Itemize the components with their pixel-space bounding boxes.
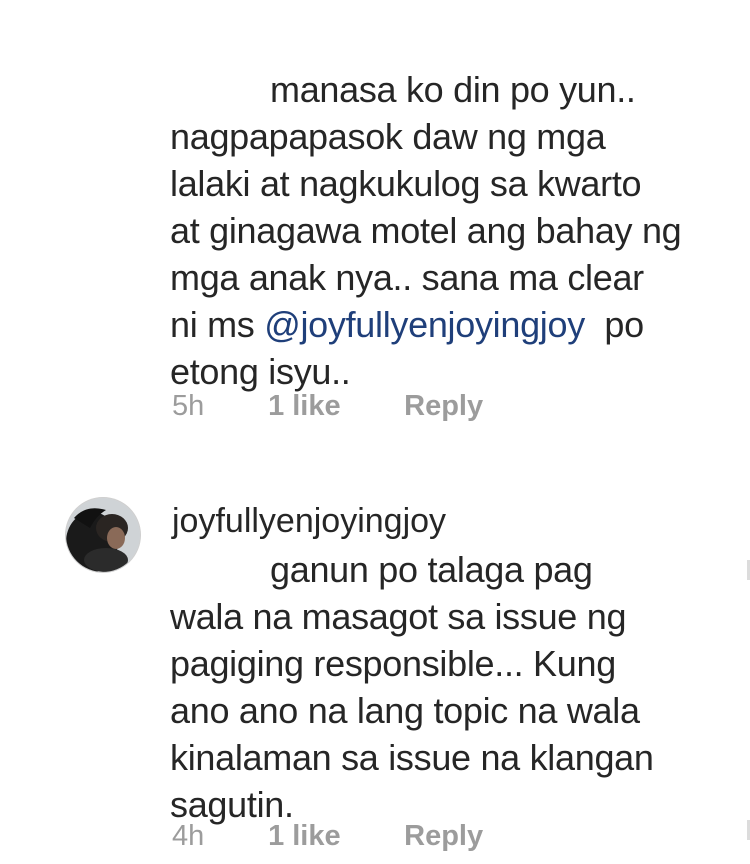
comment-text-fragment: po (584, 304, 644, 345)
comment-line: wala na masagot sa issue ng (170, 596, 627, 637)
reply-button[interactable]: Reply (404, 390, 483, 423)
likes-count[interactable]: 1 like (268, 390, 396, 423)
comment-line-with-mention: ni ms @joyfullyenjoyingjoy po (170, 301, 730, 348)
comment-meta: 4h 1 like Reply (172, 820, 483, 853)
comment-line: mga anak nya.. sana ma clear (170, 257, 644, 298)
comment-line: kinalaman sa issue na klangan (170, 737, 654, 778)
comment-line: manasa ko din po yun.. (270, 69, 636, 110)
comment-line: nagpapapasok daw ng mga (170, 116, 606, 157)
avatar[interactable] (66, 498, 140, 572)
comment-text: manasa ko din po yun.. nagpapapasok daw … (170, 66, 730, 395)
comment-timestamp: 5h (172, 390, 205, 422)
user-mention-link[interactable]: @joyfullyenjoyingjoy (264, 304, 585, 345)
comment-line: ganun po talaga pag (270, 549, 593, 590)
comment-line: at ginagawa motel ang bahay ng (170, 210, 682, 251)
comment-text-fragment: ni ms (170, 304, 265, 345)
comment-line: pagiging responsible... Kung (170, 643, 616, 684)
comment-username[interactable]: joyfullyenjoyingjoy (172, 502, 446, 541)
comment-timestamp: 4h (172, 820, 205, 852)
comment-text: ganun po talaga pag wala na masagot sa i… (170, 546, 730, 828)
likes-count[interactable]: 1 like (268, 820, 396, 853)
comment-line: ano ano na lang topic na wala (170, 690, 640, 731)
comment-line: lalaki at nagkukulog sa kwarto (170, 163, 642, 204)
reply-button[interactable]: Reply (404, 820, 483, 853)
comment-line: etong isyu.. (170, 351, 351, 392)
profile-photo-icon (66, 498, 140, 572)
comment-meta: 5h 1 like Reply (172, 390, 483, 423)
